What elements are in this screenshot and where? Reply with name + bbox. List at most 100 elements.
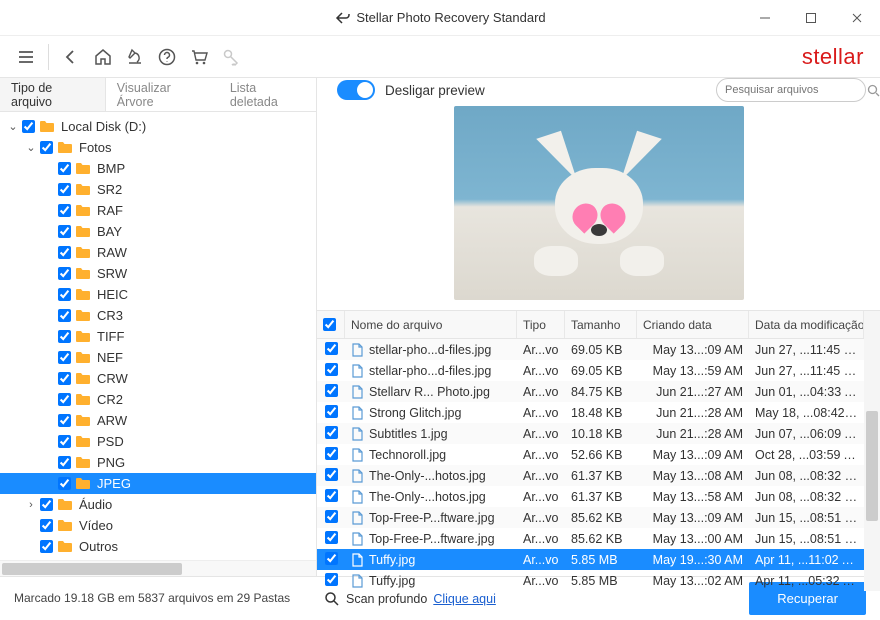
row-checkbox[interactable] (325, 384, 338, 397)
tree-node[interactable]: RAW (0, 242, 316, 263)
col-modified[interactable]: Data da modificação (749, 311, 864, 338)
row-checkbox[interactable] (325, 510, 338, 523)
nav-back-button[interactable] (55, 41, 87, 73)
tree-checkbox[interactable] (40, 498, 53, 511)
menu-button[interactable] (10, 41, 42, 73)
tree-node[interactable]: ARW (0, 410, 316, 431)
table-row[interactable]: Strong Glitch.jpgAr...vo18.48 KBJun 21..… (317, 402, 864, 423)
tree-checkbox[interactable] (58, 288, 71, 301)
row-checkbox[interactable] (325, 489, 338, 502)
row-checkbox[interactable] (325, 552, 338, 565)
tab-tree-view[interactable]: Visualizar Árvore (106, 78, 219, 111)
tree-hscrollbar[interactable] (0, 560, 316, 576)
tree-node[interactable]: PNG (0, 452, 316, 473)
table-row[interactable]: Stellarv R... Photo.jpgAr...vo84.75 KBJu… (317, 381, 864, 402)
table-row[interactable]: Tuffy.jpgAr...vo5.85 MBMay 19...:30 AMAp… (317, 549, 864, 570)
help-button[interactable] (151, 41, 183, 73)
search-box[interactable] (716, 78, 866, 102)
row-checkbox[interactable] (325, 426, 338, 439)
grid-vscrollbar[interactable] (864, 310, 880, 591)
row-checkbox[interactable] (325, 531, 338, 544)
tree-checkbox[interactable] (40, 141, 53, 154)
tree-checkbox[interactable] (22, 120, 35, 133)
key-icon[interactable] (215, 41, 247, 73)
row-checkbox[interactable] (325, 468, 338, 481)
tree-checkbox[interactable] (58, 183, 71, 196)
table-row[interactable]: stellar-pho...d-files.jpgAr...vo69.05 KB… (317, 360, 864, 381)
col-created[interactable]: Criando data (637, 311, 749, 338)
row-checkbox[interactable] (325, 405, 338, 418)
tree-checkbox[interactable] (58, 372, 71, 385)
tree-label: HEIC (97, 287, 128, 302)
table-row[interactable]: Top-Free-P...ftware.jpgAr...vo85.62 KBMa… (317, 507, 864, 528)
col-type[interactable]: Tipo (517, 311, 565, 338)
file-created: May 13...:09 AM (637, 343, 749, 357)
tree-checkbox[interactable] (58, 477, 71, 490)
tree-node[interactable]: ›Áudio (0, 494, 316, 515)
row-checkbox[interactable] (325, 363, 338, 376)
cart-button[interactable] (183, 41, 215, 73)
tree-node[interactable]: CR3 (0, 305, 316, 326)
tree-node[interactable]: BAY (0, 221, 316, 242)
tree-node[interactable]: BMP (0, 158, 316, 179)
preview-toggle[interactable] (337, 80, 375, 100)
tree-node[interactable]: Vídeo (0, 515, 316, 536)
tree-node[interactable]: TIFF (0, 326, 316, 347)
tree-checkbox[interactable] (40, 540, 53, 553)
close-button[interactable] (834, 0, 880, 36)
tree-checkbox[interactable] (58, 330, 71, 343)
file-type: Ar...vo (517, 574, 565, 588)
grid-check-all[interactable] (323, 318, 336, 331)
file-tree[interactable]: ⌄Local Disk (D:)⌄FotosBMPSR2RAFBAYRAWSRW… (0, 112, 316, 560)
deep-scan-link[interactable]: Clique aqui (433, 592, 496, 606)
tree-checkbox[interactable] (58, 225, 71, 238)
tab-file-type[interactable]: Tipo de arquivo (0, 78, 106, 111)
file-grid[interactable]: Nome do arquivo Tipo Tamanho Criando dat… (317, 310, 864, 591)
table-row[interactable]: Subtitles 1.jpgAr...vo10.18 KBJun 21...:… (317, 423, 864, 444)
tree-node[interactable]: ⌄Local Disk (D:) (0, 116, 316, 137)
table-row[interactable]: The-Only-...hotos.jpgAr...vo61.37 KBMay … (317, 465, 864, 486)
row-checkbox[interactable] (325, 573, 338, 586)
folder-icon (75, 267, 93, 281)
deep-scan-label: Scan profundo (346, 592, 427, 606)
tree-node[interactable]: SR2 (0, 179, 316, 200)
microscope-icon[interactable] (119, 41, 151, 73)
tree-checkbox[interactable] (58, 456, 71, 469)
table-row[interactable]: The-Only-...hotos.jpgAr...vo61.37 KBMay … (317, 486, 864, 507)
tree-checkbox[interactable] (58, 309, 71, 322)
tree-node[interactable]: HEIC (0, 284, 316, 305)
row-checkbox[interactable] (325, 342, 338, 355)
col-name[interactable]: Nome do arquivo (345, 311, 517, 338)
tree-checkbox[interactable] (58, 393, 71, 406)
maximize-button[interactable] (788, 0, 834, 36)
tree-checkbox[interactable] (40, 519, 53, 532)
tree-node[interactable]: NEF (0, 347, 316, 368)
col-size[interactable]: Tamanho (565, 311, 637, 338)
tree-node[interactable]: RAF (0, 200, 316, 221)
minimize-button[interactable] (742, 0, 788, 36)
tree-node[interactable]: SRW (0, 263, 316, 284)
folder-icon (75, 288, 93, 302)
tree-checkbox[interactable] (58, 267, 71, 280)
table-row[interactable]: Technoroll.jpgAr...vo52.66 KBMay 13...:0… (317, 444, 864, 465)
tree-node[interactable]: CRW (0, 368, 316, 389)
row-checkbox[interactable] (325, 447, 338, 460)
table-row[interactable]: stellar-pho...d-files.jpgAr...vo69.05 KB… (317, 339, 864, 360)
tree-node[interactable]: JPEG (0, 473, 316, 494)
home-button[interactable] (87, 41, 119, 73)
tab-deleted-list[interactable]: Lista deletada (219, 78, 316, 111)
tree-node[interactable]: Outros (0, 536, 316, 557)
file-type: Ar...vo (517, 343, 565, 357)
tree-checkbox[interactable] (58, 162, 71, 175)
table-row[interactable]: Tuffy.jpgAr...vo5.85 MBMay 13...:02 AMAp… (317, 570, 864, 591)
tree-checkbox[interactable] (58, 351, 71, 364)
tree-checkbox[interactable] (58, 204, 71, 217)
tree-node[interactable]: CR2 (0, 389, 316, 410)
tree-checkbox[interactable] (58, 435, 71, 448)
tree-checkbox[interactable] (58, 414, 71, 427)
table-row[interactable]: Top-Free-P...ftware.jpgAr...vo85.62 KBMa… (317, 528, 864, 549)
search-input[interactable] (725, 84, 867, 96)
tree-node[interactable]: PSD (0, 431, 316, 452)
tree-node[interactable]: ⌄Fotos (0, 137, 316, 158)
tree-checkbox[interactable] (58, 246, 71, 259)
